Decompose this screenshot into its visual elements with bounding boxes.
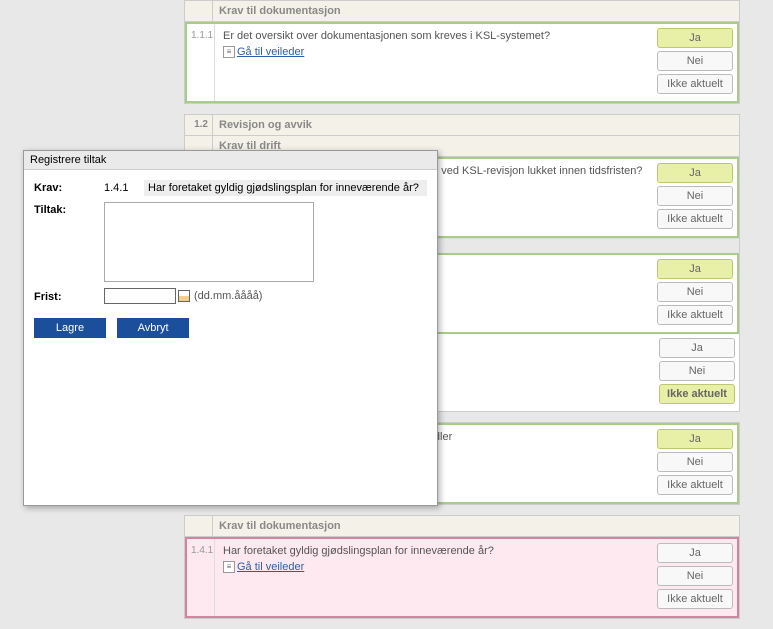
tiltak-label: Tiltak: bbox=[34, 202, 104, 282]
subheader-krav-dok: Krav til dokumentasjon bbox=[213, 516, 739, 536]
lagre-button[interactable]: Lagre bbox=[34, 318, 106, 338]
answer-nei[interactable]: Nei bbox=[657, 186, 733, 206]
answer-ja[interactable]: Ja bbox=[657, 163, 733, 183]
answer-ja[interactable]: Ja bbox=[657, 28, 733, 48]
subheader-krav-dok: Krav til dokumentasjon bbox=[213, 1, 739, 21]
question-number: 1.1.1 bbox=[187, 24, 215, 101]
veileder-link[interactable]: Gå til veileder bbox=[237, 561, 304, 573]
calendar-icon[interactable] bbox=[178, 290, 190, 302]
question-number: 1.4.1 bbox=[187, 539, 215, 616]
answer-ja[interactable]: Ja bbox=[657, 429, 733, 449]
krav-label: Krav: bbox=[34, 180, 104, 196]
answer-ja[interactable]: Ja bbox=[657, 543, 733, 563]
answer-ja[interactable]: Ja bbox=[659, 338, 735, 358]
answer-nei[interactable]: Nei bbox=[659, 361, 735, 381]
answer-ja[interactable]: Ja bbox=[657, 259, 733, 279]
registrere-tiltak-dialog: Registrere tiltak Krav: 1.4.1 Har foreta… bbox=[23, 150, 438, 506]
answer-ikke-aktuelt[interactable]: Ikke aktuelt bbox=[657, 475, 733, 495]
tiltak-textarea[interactable] bbox=[104, 202, 314, 282]
answer-nei[interactable]: Nei bbox=[657, 51, 733, 71]
avbryt-button[interactable]: Avbryt bbox=[117, 318, 189, 338]
answer-ikke-aktuelt[interactable]: Ikke aktuelt bbox=[659, 384, 735, 404]
frist-hint: (dd.mm.åååå) bbox=[194, 290, 262, 302]
answer-ikke-aktuelt[interactable]: Ikke aktuelt bbox=[657, 74, 733, 94]
answer-nei[interactable]: Nei bbox=[657, 566, 733, 586]
question-row-111: 1.1.1 Er det oversikt over dokumentasjon… bbox=[185, 22, 739, 103]
answer-ikke-aktuelt[interactable]: Ikke aktuelt bbox=[657, 589, 733, 609]
document-icon: ≡ bbox=[223, 46, 235, 58]
answer-ikke-aktuelt[interactable]: Ikke aktuelt bbox=[657, 209, 733, 229]
num-cell bbox=[185, 1, 213, 21]
dialog-title: Registrere tiltak bbox=[24, 151, 437, 170]
answer-nei[interactable]: Nei bbox=[657, 452, 733, 472]
section-title: Revisjon og avvik bbox=[213, 115, 739, 135]
frist-input[interactable] bbox=[104, 288, 176, 304]
krav-number: 1.4.1 bbox=[104, 180, 144, 196]
veileder-link[interactable]: Gå til veileder bbox=[237, 46, 304, 58]
frist-label: Frist: bbox=[34, 289, 104, 303]
question-text: Har foretaket gyldig gjødslingsplan for … bbox=[223, 545, 645, 557]
section-number: 1.2 bbox=[185, 115, 213, 135]
answer-nei[interactable]: Nei bbox=[657, 282, 733, 302]
krav-question: Har foretaket gyldig gjødslingsplan for … bbox=[144, 180, 427, 196]
document-icon: ≡ bbox=[223, 561, 235, 573]
question-text: Er det oversikt over dokumentasjonen som… bbox=[223, 30, 645, 42]
answer-ikke-aktuelt[interactable]: Ikke aktuelt bbox=[657, 305, 733, 325]
